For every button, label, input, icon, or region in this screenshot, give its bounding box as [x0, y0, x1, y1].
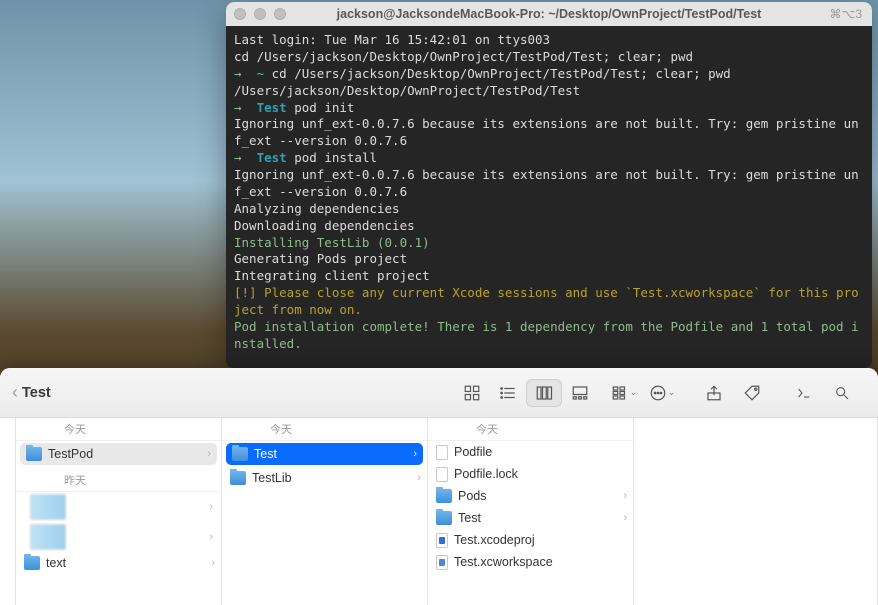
chevron-left-icon: ‹ — [12, 382, 18, 403]
list-item[interactable]: › — [16, 492, 221, 522]
grid-icon — [463, 384, 481, 402]
folder-icon — [436, 489, 452, 503]
item-label: TestPod — [48, 447, 93, 461]
chevron-down-icon: ⌄ — [668, 387, 676, 398]
list-item[interactable]: Podfile.lock — [428, 463, 633, 485]
list-icon — [499, 384, 517, 402]
chevron-right-icon: › — [417, 472, 421, 484]
chevron-right-icon: › — [211, 557, 215, 569]
tags-button[interactable] — [734, 379, 770, 407]
gallery-icon — [571, 384, 589, 402]
breadcrumb[interactable]: ‹ Test — [12, 382, 51, 403]
list-item[interactable]: TestLib › — [222, 467, 427, 489]
action-menu-button[interactable]: ⌄ — [644, 379, 680, 407]
finder-gutter — [0, 418, 16, 605]
search-icon — [834, 385, 850, 401]
terminal-titlebar[interactable]: jackson@JacksondeMacBook-Pro: ~/Desktop/… — [226, 2, 872, 26]
chevron-right-icon: › — [623, 512, 627, 524]
close-dot[interactable] — [234, 8, 246, 20]
group-icon — [611, 384, 629, 402]
folder-icon — [26, 447, 42, 461]
proj-icon — [436, 533, 448, 548]
minimize-dot[interactable] — [254, 8, 266, 20]
list-item[interactable]: › — [16, 522, 221, 552]
share-button[interactable] — [696, 379, 732, 407]
tag-icon — [743, 384, 761, 402]
ellipsis-circle-icon — [649, 384, 667, 402]
list-item[interactable]: text › — [16, 552, 221, 574]
folder-icon — [436, 511, 452, 525]
section-header-today: 今天 — [16, 418, 221, 441]
item-label: Test — [458, 511, 481, 525]
file-icon — [436, 445, 448, 460]
terminal-button[interactable] — [786, 379, 822, 407]
icon-view-button[interactable] — [454, 379, 490, 407]
finder-window: ‹ Test ⌄ ⌄ — [0, 368, 878, 605]
terminal-title: jackson@JacksondeMacBook-Pro: ~/Desktop/… — [226, 7, 872, 21]
chevron-down-icon: ⌄ — [630, 387, 638, 398]
finder-column-2[interactable]: 今天 Test › TestLib › — [222, 418, 428, 605]
item-label: text — [46, 556, 66, 570]
list-item[interactable]: Test › — [428, 507, 633, 529]
section-header-today: 今天 — [222, 418, 427, 441]
item-label: Pods — [458, 489, 487, 503]
item-label: TestLib — [252, 471, 292, 485]
chevron-right-icon: › — [207, 448, 211, 460]
zoom-dot[interactable] — [274, 8, 286, 20]
group-by-button[interactable]: ⌄ — [606, 379, 642, 407]
item-label: Test.xcworkspace — [454, 555, 553, 569]
list-item[interactable]: Test › — [226, 443, 423, 465]
list-view-button[interactable] — [490, 379, 526, 407]
item-label: Test.xcodeproj — [454, 533, 535, 547]
window-controls — [234, 8, 286, 20]
gallery-view-button[interactable] — [562, 379, 598, 407]
finder-columns: 今天 TestPod› 昨天 ››text› 今天 Test›TestLib› … — [0, 418, 878, 605]
list-item[interactable]: Pods › — [428, 485, 633, 507]
chevron-right-icon: › — [209, 531, 221, 543]
finder-toolbar: ‹ Test ⌄ ⌄ — [0, 368, 878, 418]
list-item[interactable]: Test.xcodeproj — [428, 529, 633, 551]
item-label: Podfile — [454, 445, 492, 459]
columns-icon — [535, 384, 553, 402]
folder-icon — [230, 471, 246, 485]
chevron-right-icon: › — [623, 490, 627, 502]
thumbnail-icon — [30, 524, 66, 550]
terminal-shortcut: ⌘⌥3 — [829, 7, 862, 21]
prompt-icon — [796, 385, 812, 401]
search-button[interactable] — [824, 379, 860, 407]
finder-column-1[interactable]: 今天 TestPod › 昨天 › › text › — [16, 418, 222, 605]
ws-icon — [436, 555, 448, 570]
terminal-output[interactable]: Last login: Tue Mar 16 15:42:01 on ttys0… — [226, 26, 872, 368]
share-icon — [705, 384, 723, 402]
section-header-yesterday: 昨天 — [16, 469, 221, 492]
thumbnail-icon — [30, 494, 66, 520]
section-header-today: 今天 — [428, 418, 633, 441]
view-mode-segment — [454, 379, 598, 407]
item-label: Test — [254, 447, 277, 461]
chevron-right-icon: › — [413, 448, 417, 460]
terminal-window: jackson@JacksondeMacBook-Pro: ~/Desktop/… — [226, 2, 872, 368]
column-view-button[interactable] — [526, 379, 562, 407]
finder-column-3[interactable]: 今天 Podfile Podfile.lock Pods › Test › Test.xco… — [428, 418, 634, 605]
chevron-right-icon: › — [209, 501, 221, 513]
breadcrumb-label: Test — [22, 385, 51, 401]
list-item[interactable]: Podfile — [428, 441, 633, 463]
folder-icon — [232, 447, 248, 461]
list-item[interactable]: TestPod › — [20, 443, 217, 465]
file-icon — [436, 467, 448, 482]
finder-column-preview — [634, 418, 878, 605]
list-item[interactable]: Test.xcworkspace — [428, 551, 633, 573]
item-label: Podfile.lock — [454, 467, 518, 481]
folder-icon — [24, 556, 40, 570]
